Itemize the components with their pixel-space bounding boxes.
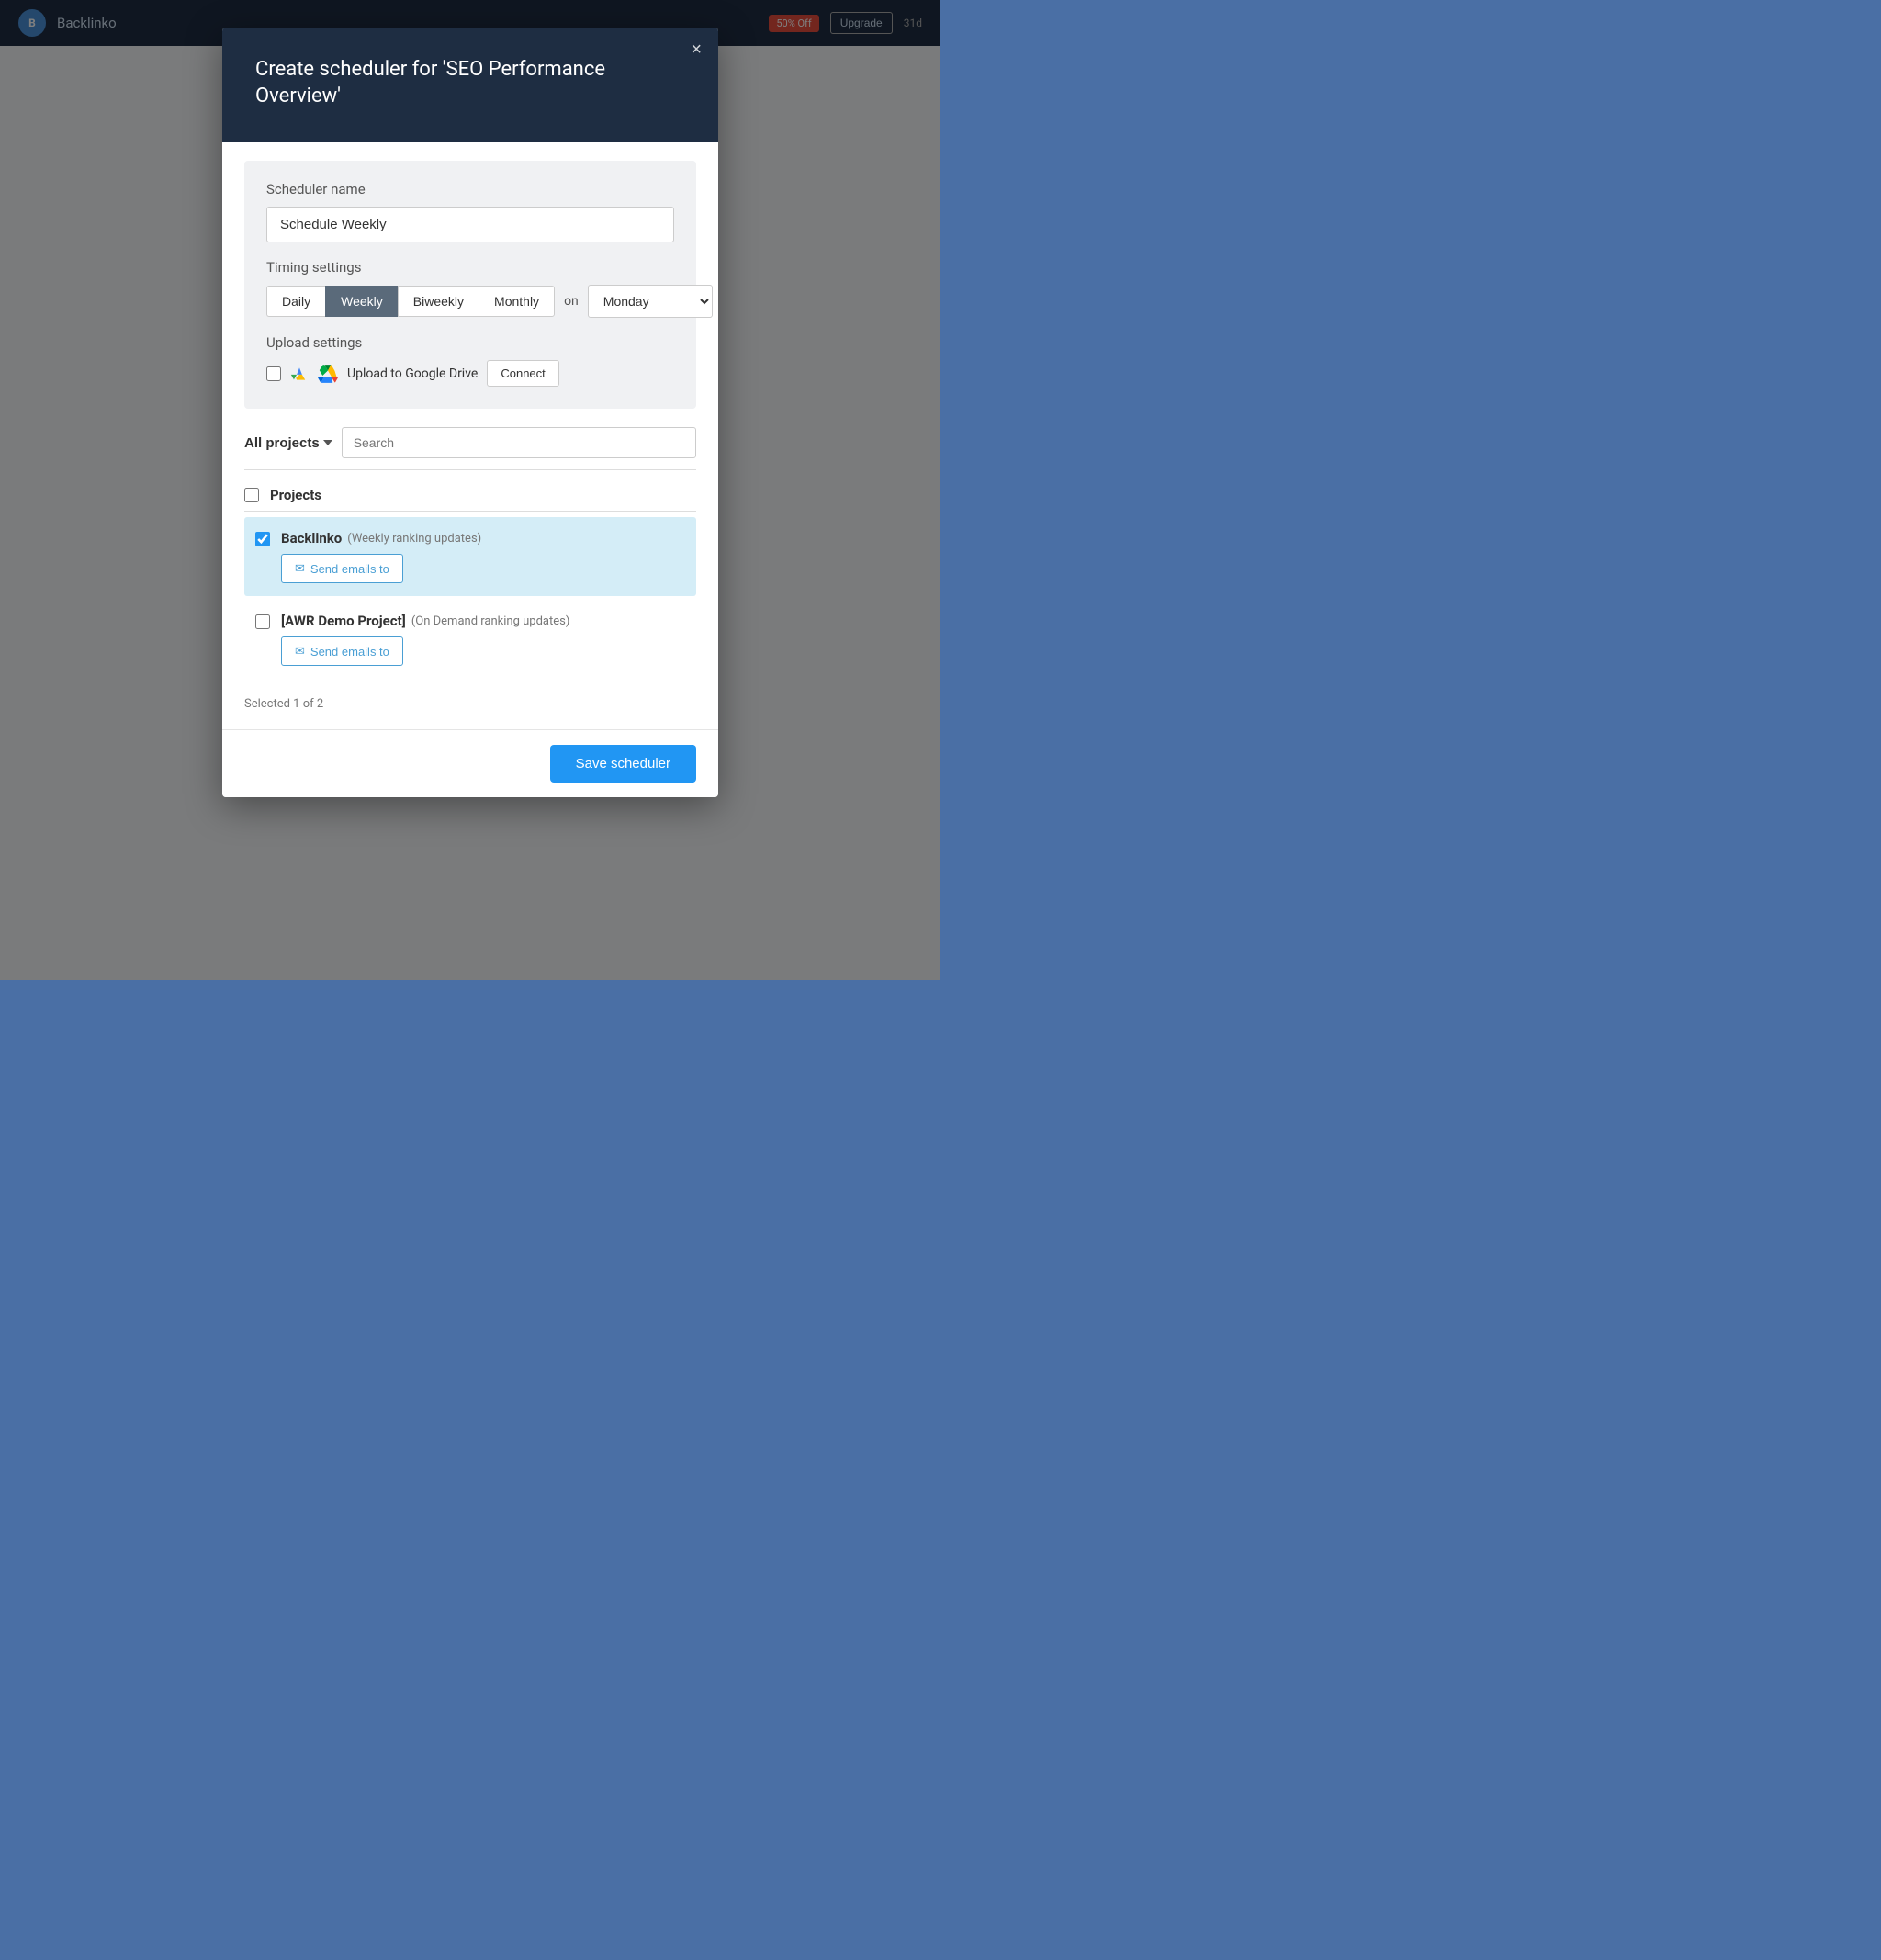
send-emails-button-backlinko[interactable]: ✉ Send emails to bbox=[281, 554, 403, 583]
projects-filter-row: All projects bbox=[244, 427, 696, 458]
projects-list-header: Projects bbox=[244, 479, 696, 512]
modal: Create scheduler for 'SEO Performance Ov… bbox=[222, 28, 718, 797]
upload-label: Upload settings bbox=[266, 334, 674, 351]
timing-on-label: on bbox=[564, 294, 579, 309]
timing-daily[interactable]: Daily bbox=[266, 286, 325, 317]
project-info-backlinko: Backlinko (Weekly ranking updates) ✉ Sen… bbox=[281, 530, 685, 583]
modal-header: Create scheduler for 'SEO Performance Ov… bbox=[222, 28, 718, 142]
send-emails-button-awr[interactable]: ✉ Send emails to bbox=[281, 636, 403, 666]
modal-overlay: Create scheduler for 'SEO Performance Ov… bbox=[0, 0, 940, 980]
gdrive-checkbox[interactable] bbox=[266, 366, 281, 381]
upload-text: Upload to Google Drive bbox=[347, 366, 478, 381]
modal-body: Scheduler name Timing settings Daily Wee… bbox=[222, 142, 718, 729]
selected-count: Selected 1 of 2 bbox=[244, 688, 696, 711]
divider bbox=[244, 469, 696, 470]
project-checkbox-awr[interactable] bbox=[255, 614, 270, 629]
scheduler-name-label: Scheduler name bbox=[266, 181, 674, 197]
gdrive-logo-icon bbox=[318, 365, 338, 383]
modal-title: Create scheduler for 'SEO Performance Ov… bbox=[255, 57, 685, 109]
timing-row: Daily Weekly Biweekly Monthly on Monday … bbox=[266, 285, 674, 318]
timing-biweekly[interactable]: Biweekly bbox=[398, 286, 479, 317]
projects-select-all-checkbox[interactable] bbox=[244, 488, 259, 502]
all-projects-dropdown[interactable]: All projects bbox=[244, 435, 332, 451]
envelope-icon: ✉ bbox=[295, 561, 305, 576]
save-scheduler-button[interactable]: Save scheduler bbox=[550, 745, 696, 783]
project-checkbox-backlinko[interactable] bbox=[255, 532, 270, 546]
project-name-backlinko: Backlinko bbox=[281, 530, 342, 546]
upload-row: Upload to Google Drive Connect bbox=[266, 360, 674, 387]
timing-weekly[interactable]: Weekly bbox=[325, 286, 398, 317]
timing-monthly[interactable]: Monthly bbox=[479, 286, 555, 317]
scheduler-name-input[interactable] bbox=[266, 207, 674, 242]
project-info-awr: [AWR Demo Project] (On Demand ranking up… bbox=[281, 613, 685, 666]
project-item-awr: [AWR Demo Project] (On Demand ranking up… bbox=[244, 600, 696, 679]
project-sub-backlinko: (Weekly ranking updates) bbox=[347, 532, 481, 546]
gdrive-icon bbox=[290, 365, 309, 383]
settings-box: Scheduler name Timing settings Daily Wee… bbox=[244, 161, 696, 409]
day-select[interactable]: Monday Tuesday Wednesday Thursday Friday… bbox=[588, 285, 713, 318]
project-name-awr: [AWR Demo Project] bbox=[281, 613, 406, 629]
close-button[interactable]: × bbox=[691, 40, 702, 59]
search-input[interactable] bbox=[342, 427, 696, 458]
envelope-icon-awr: ✉ bbox=[295, 644, 305, 659]
connect-button[interactable]: Connect bbox=[487, 360, 558, 387]
modal-footer: Save scheduler bbox=[222, 729, 718, 797]
timing-label: Timing settings bbox=[266, 259, 674, 276]
project-sub-awr: (On Demand ranking updates) bbox=[411, 614, 570, 628]
project-item-backlinko: Backlinko (Weekly ranking updates) ✉ Sen… bbox=[244, 517, 696, 596]
projects-column-header: Projects bbox=[270, 487, 321, 503]
chevron-down-icon bbox=[323, 440, 332, 445]
